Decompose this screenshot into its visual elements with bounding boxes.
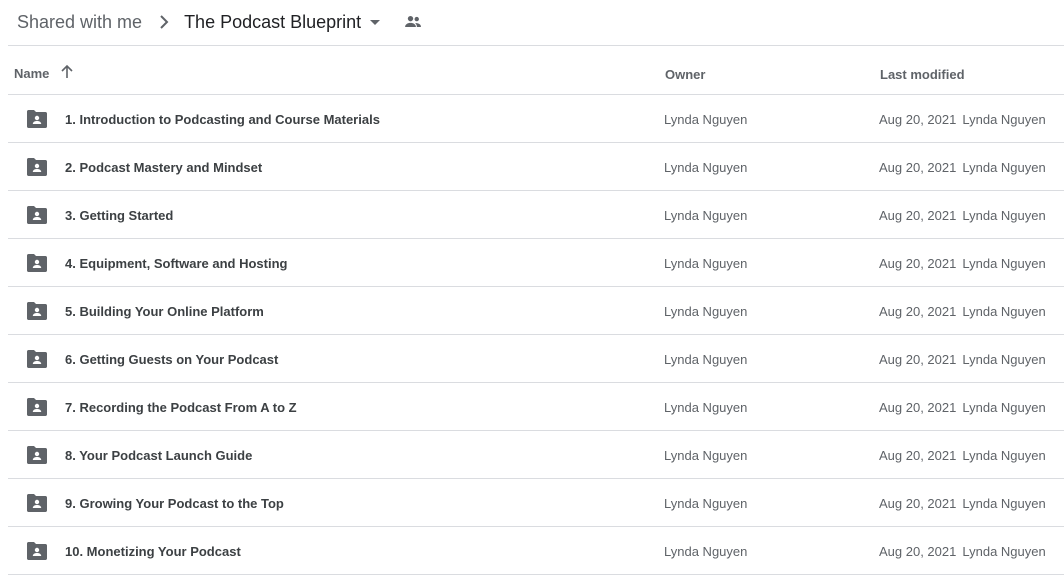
- breadcrumb-shared-with-me[interactable]: Shared with me: [17, 12, 142, 33]
- caret-down-icon[interactable]: [363, 10, 387, 34]
- table-row[interactable]: 9. Growing Your Podcast to the Top Lynda …: [8, 479, 1064, 527]
- modified-by: Lynda Nguyen: [962, 400, 1046, 415]
- name-column-header[interactable]: Name: [14, 64, 75, 81]
- modified-date: Aug 20, 2021: [879, 448, 957, 463]
- shared-folder-icon: [27, 302, 47, 320]
- last-modified: Aug 20, 2021 Lynda Nguyen: [879, 304, 1046, 319]
- modified-date: Aug 20, 2021: [879, 400, 957, 415]
- last-modified-column-header[interactable]: Last modified: [880, 67, 965, 82]
- modified-date: Aug 20, 2021: [879, 304, 957, 319]
- table-row[interactable]: 10. Monetizing Your Podcast Lynda Nguyen A…: [8, 527, 1064, 575]
- folder-name[interactable]: 2. Podcast Mastery and Mindset: [65, 160, 262, 175]
- shared-folder-icon: [27, 446, 47, 464]
- shared-folder-icon: [27, 398, 47, 416]
- owner-name: Lynda Nguyen: [664, 448, 748, 463]
- modified-by: Lynda Nguyen: [962, 496, 1046, 511]
- owner-name: Lynda Nguyen: [664, 112, 748, 127]
- last-modified: Aug 20, 2021 Lynda Nguyen: [879, 160, 1046, 175]
- last-modified: Aug 20, 2021 Lynda Nguyen: [879, 112, 1046, 127]
- owner-name: Lynda Nguyen: [664, 160, 748, 175]
- modified-by: Lynda Nguyen: [962, 352, 1046, 367]
- last-modified: Aug 20, 2021 Lynda Nguyen: [879, 544, 1046, 559]
- shared-folder-icon: [27, 494, 47, 512]
- modified-date: Aug 20, 2021: [879, 496, 957, 511]
- folder-name[interactable]: 4. Equipment, Software and Hosting: [65, 256, 287, 271]
- owner-name: Lynda Nguyen: [664, 352, 748, 367]
- table-row[interactable]: 5. Building Your Online Platform Lynda Ng…: [8, 287, 1064, 335]
- shared-folder-icon: [27, 350, 47, 368]
- arrow-up-icon[interactable]: [59, 64, 75, 80]
- shared-folder-icon: [27, 206, 47, 224]
- folder-name[interactable]: 3. Getting Started: [65, 208, 173, 223]
- table-header: Name Owner Last modified: [8, 46, 1064, 95]
- owner-name: Lynda Nguyen: [664, 544, 748, 559]
- table-row[interactable]: 2. Podcast Mastery and Mindset Lynda Nguy…: [8, 143, 1064, 191]
- modified-by: Lynda Nguyen: [962, 160, 1046, 175]
- folder-name[interactable]: 9. Growing Your Podcast to the Top: [65, 496, 284, 511]
- folder-name[interactable]: 10. Monetizing Your Podcast: [65, 544, 241, 559]
- current-folder-title: The Podcast Blueprint: [184, 11, 362, 32]
- modified-by: Lynda Nguyen: [962, 544, 1046, 559]
- table-row[interactable]: 8. Your Podcast Launch Guide Lynda Nguyen…: [8, 431, 1064, 479]
- last-modified: Aug 20, 2021 Lynda Nguyen: [879, 208, 1046, 223]
- shared-folder-icon: [27, 110, 47, 128]
- people-icon[interactable]: [403, 12, 423, 32]
- last-modified: Aug 20, 2021 Lynda Nguyen: [879, 448, 1046, 463]
- owner-name: Lynda Nguyen: [664, 400, 748, 415]
- modified-by: Lynda Nguyen: [962, 112, 1046, 127]
- breadcrumb: Shared with me The Podcast Blueprint: [17, 0, 423, 44]
- modified-by: Lynda Nguyen: [962, 256, 1046, 271]
- chevron-right-icon: [160, 15, 169, 29]
- modified-by: Lynda Nguyen: [962, 304, 1046, 319]
- owner-name: Lynda Nguyen: [664, 208, 748, 223]
- owner-name: Lynda Nguyen: [664, 304, 748, 319]
- modified-date: Aug 20, 2021: [879, 544, 957, 559]
- last-modified: Aug 20, 2021 Lynda Nguyen: [879, 400, 1046, 415]
- folder-name[interactable]: 8. Your Podcast Launch Guide: [65, 448, 252, 463]
- modified-date: Aug 20, 2021: [879, 112, 957, 127]
- last-modified: Aug 20, 2021 Lynda Nguyen: [879, 256, 1046, 271]
- shared-folder-icon: [27, 254, 47, 272]
- folder-name[interactable]: 5. Building Your Online Platform: [65, 304, 264, 319]
- folder-name[interactable]: 6. Getting Guests on Your Podcast: [65, 352, 278, 367]
- shared-folder-icon: [27, 158, 47, 176]
- name-header-label: Name: [14, 66, 50, 81]
- owner-name: Lynda Nguyen: [664, 256, 748, 271]
- breadcrumb-current-folder[interactable]: The Podcast Blueprint: [184, 10, 387, 34]
- table-row[interactable]: 6. Getting Guests on Your Podcast Lynda N…: [8, 335, 1064, 383]
- last-modified: Aug 20, 2021 Lynda Nguyen: [879, 496, 1046, 511]
- modified-date: Aug 20, 2021: [879, 256, 957, 271]
- owner-name: Lynda Nguyen: [664, 496, 748, 511]
- table-row[interactable]: 3. Getting Started Lynda Nguyen Aug 20, 20…: [8, 191, 1064, 239]
- last-modified: Aug 20, 2021 Lynda Nguyen: [879, 352, 1046, 367]
- modified-by: Lynda Nguyen: [962, 208, 1046, 223]
- table-row[interactable]: 7. Recording the Podcast From A to Z Lynd…: [8, 383, 1064, 431]
- owner-column-header: Owner: [665, 67, 706, 82]
- folder-name[interactable]: 1. Introduction to Podcasting and Course…: [65, 112, 380, 127]
- table-row[interactable]: 1. Introduction to Podcasting and Course…: [8, 95, 1064, 143]
- modified-by: Lynda Nguyen: [962, 448, 1046, 463]
- shared-folder-icon: [27, 542, 47, 560]
- folder-name[interactable]: 7. Recording the Podcast From A to Z: [65, 400, 297, 415]
- modified-date: Aug 20, 2021: [879, 352, 957, 367]
- modified-date: Aug 20, 2021: [879, 208, 957, 223]
- modified-date: Aug 20, 2021: [879, 160, 957, 175]
- table-row[interactable]: 4. Equipment, Software and Hosting Lynda …: [8, 239, 1064, 287]
- file-list: 1. Introduction to Podcasting and Course…: [8, 95, 1064, 575]
